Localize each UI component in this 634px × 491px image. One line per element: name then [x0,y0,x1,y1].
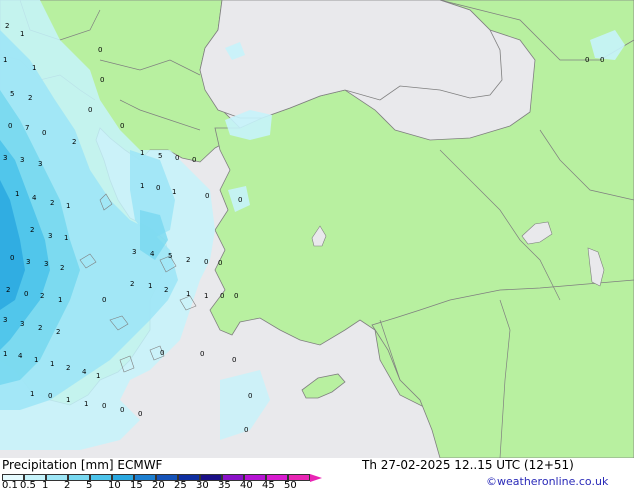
value-label: 0 [200,350,204,358]
value-label: 0 [8,122,12,130]
value-label: 1 [34,356,38,364]
value-label: 2 [6,286,10,294]
value-label: 1 [172,188,176,196]
value-label: 0 [138,410,142,418]
value-label: 1 [64,234,68,242]
value-label: 0 [100,76,104,84]
value-label: 5 [168,252,172,260]
value-label: 0 [204,258,208,266]
value-label: 2 [38,324,42,332]
value-label: 0 [244,426,248,434]
value-label: 1 [3,350,7,358]
value-label: 1 [66,202,70,210]
value-label: 1 [66,396,70,404]
value-label: 1 [20,30,24,38]
value-label: 1 [50,360,54,368]
value-label: 3 [48,232,52,240]
value-label: 0 [234,292,238,300]
colorbar-arrow [310,474,322,482]
value-label: 2 [72,138,76,146]
value-label: 2 [164,286,168,294]
value-label: 0 [600,56,604,64]
value-label: 3 [44,260,48,268]
value-label: 2 [30,226,34,234]
value-label: 5 [158,152,162,160]
value-label: 0 [160,349,164,357]
value-label: 3 [38,160,42,168]
credit-link[interactable]: ©weatheronline.co.uk [486,475,608,488]
value-label: 1 [3,56,7,64]
value-label: 5 [10,90,14,98]
value-label: 2 [50,199,54,207]
value-label: 0 [24,290,28,298]
value-label: 4 [18,352,23,360]
value-label: 0 [585,56,589,64]
value-label: 1 [15,190,19,198]
value-label: 4 [150,250,155,258]
value-label: 2 [130,280,134,288]
value-label: 0 [120,122,124,130]
value-label: 3 [20,156,24,164]
value-label: 2 [56,328,60,336]
map-svg: 2 1 1 1 5 2 0 7 0 3 3 3 2 1 4 2 1 2 3 1 … [0,0,634,459]
value-label: 1 [32,64,36,72]
value-label: 0 [120,406,124,414]
value-label: 1 [96,372,100,380]
value-label: 2 [28,94,32,102]
value-label: 0 [248,392,252,400]
value-label: 0 [175,154,179,162]
value-label: 0 [102,402,106,410]
value-label: 0 [102,296,106,304]
value-label: 0 [156,184,160,192]
value-label: 0 [98,46,102,54]
value-label: 3 [3,154,7,162]
value-label: 0 [218,259,222,267]
value-label: 4 [32,194,37,202]
value-label: 0 [88,106,92,114]
valid-time-label: Th 27-02-2025 12..15 UTC (12+51) [362,458,574,472]
value-label: 0 [192,156,196,164]
value-label: 2 [40,292,44,300]
value-label: 3 [3,316,7,324]
value-label: 3 [20,320,24,328]
value-label: 1 [84,400,88,408]
value-label: 2 [60,264,64,272]
value-label: 1 [58,296,62,304]
value-label: 0 [232,356,236,364]
value-label: 1 [186,290,190,298]
value-label: 1 [148,282,152,290]
value-label: 4 [82,368,87,376]
value-label: 0 [10,254,14,262]
value-label: 2 [186,256,190,264]
precipitation-map: 2 1 1 1 5 2 0 7 0 3 3 3 2 1 4 2 1 2 3 1 … [0,0,634,459]
value-label: 0 [220,292,224,300]
value-label: 1 [30,390,34,398]
product-title: Precipitation [mm] ECMWF [2,458,163,472]
value-label: 0 [205,192,209,200]
value-label: 3 [26,258,30,266]
value-label: 1 [140,182,144,190]
value-label: 0 [48,392,52,400]
value-label: 7 [25,124,29,132]
value-label: 2 [5,22,9,30]
value-label: 0 [238,196,242,204]
value-label: 3 [132,248,136,256]
value-label: 1 [204,292,208,300]
value-label: 2 [66,364,70,372]
value-label: 1 [140,149,144,157]
value-label: 0 [42,129,46,137]
